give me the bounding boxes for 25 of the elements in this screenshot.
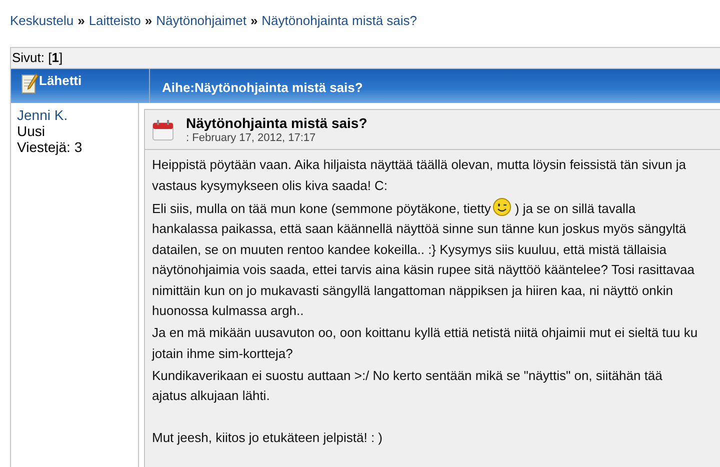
pages-bracket: ] (58, 50, 63, 66)
smiley-icon (492, 198, 511, 216)
author-rank: Uusi (17, 123, 46, 139)
post-paragraph: Eli siis, mulla on tää mun kone (semmone pöytäkone, tietty ) ja se on sillä tavalla hankalassa paikassa, että saan käännellä näyttöä sinne sun tänne kun joskus myös sängyltä datailen, se on muuten rentoo kandee kokeilla.. :} Kysymys siis kuuluu, että mistä tällaisia näytönohjaimia vois saada, ettei tarvis aina käsin rupee sitä näyttöö kääntelee? Tosi rasittavaa nimittäin kun on jo mukavasti sängyllä langattoman näppiksen ja hiiren kaa, ni näyttö onkin huonossa kulmassa argh.. (152, 198, 698, 322)
subject-heading: Aihe:Näytönohjainta mistä sais? (162, 80, 363, 94)
breadcrumb-separator: » (144, 13, 152, 30)
breadcrumb-separator: » (250, 13, 258, 30)
post-paragraph: Ja en mä mikään uusavuton oo, oon koittanu kyllä ettiä netistä niitä ohjaimii mut ei sieltä tuu ku jotain ihme sim-kortteja? (152, 324, 698, 363)
notepad-pencil-icon (21, 73, 39, 95)
post-paragraph: Mut jeesh, kiitos jo etukäteen jelpistä! : ) (152, 429, 384, 447)
post-paragraph: Kundikaverikaan ei suostu auttaan >:/ No kerto sentään mikä se "näyttis" on, siitähän tää ajatus alkujaan lähti. (152, 366, 664, 405)
breadcrumb-separator: » (78, 13, 85, 30)
breadcrumb-link[interactable]: Keskustelu (10, 13, 74, 47)
post-date: : February 17, 2012, 17:17 (186, 132, 317, 144)
post-count: Viestejä: 3 (17, 139, 84, 155)
author-column-heading: Lähetti (39, 73, 82, 88)
breadcrumb-link[interactable]: Laitteisto (88, 13, 141, 47)
breadcrumb-link[interactable]: Näytönohjaimet (156, 13, 246, 47)
post-title: Näytönohjainta mistä sais? (186, 115, 368, 131)
author-name[interactable]: Jenni K. (17, 107, 138, 123)
pages-label: Sivut: [ (12, 50, 52, 66)
breadcrumb-link[interactable]: Näytönohjainta mistä sais? (262, 13, 418, 47)
post-paragraph: Heippistä pöytään vaan. Aika hiljaista näyttää täällä olevan, mutta löysin feissistä tän sivun ja vastaus kysymykseen olis kiva saada! C: (152, 156, 688, 195)
current-page[interactable]: 1 (52, 50, 59, 66)
calendar-icon (152, 119, 174, 141)
